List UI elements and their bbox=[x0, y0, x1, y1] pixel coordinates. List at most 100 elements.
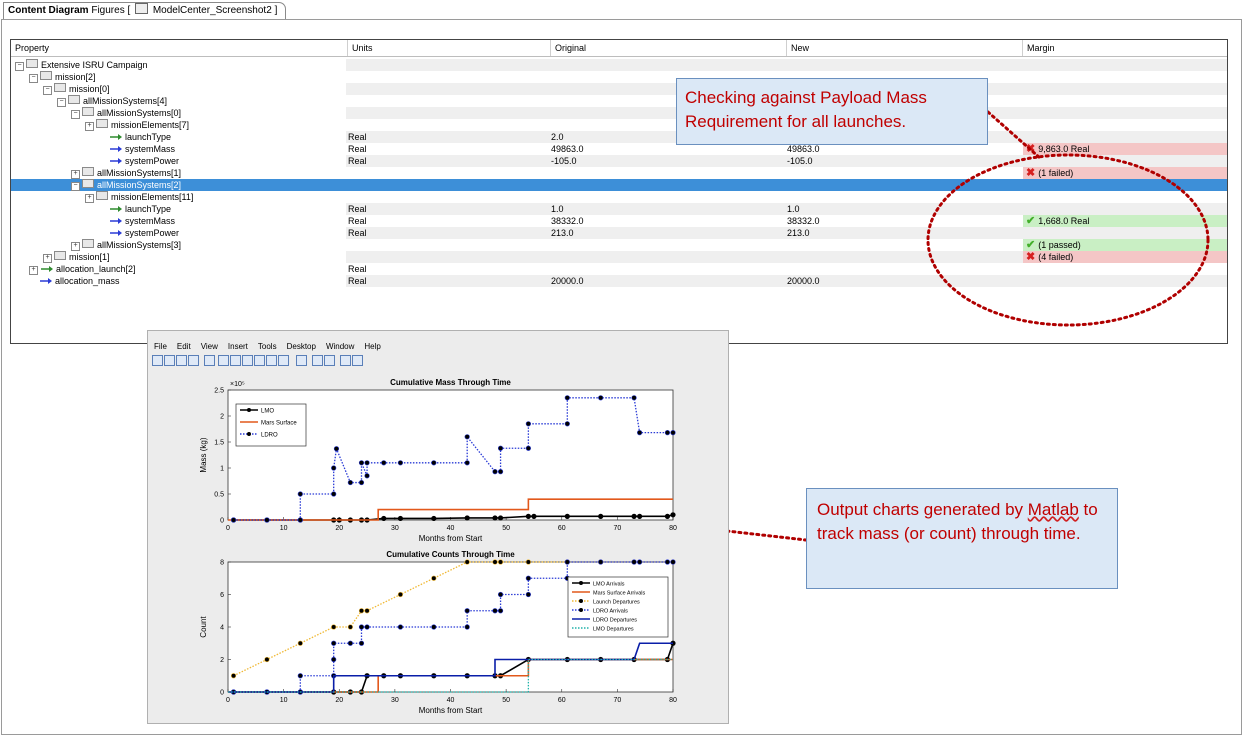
menu-edit[interactable]: Edit bbox=[177, 342, 191, 351]
y-tick-label: 8 bbox=[220, 560, 224, 567]
y-exponent-label: ×10⁵ bbox=[230, 381, 245, 388]
callout-matlab: Output charts generated by Matlab to tra… bbox=[806, 488, 1118, 589]
legend-label: LMO Arrivals bbox=[593, 582, 625, 588]
hide-tools-icon[interactable] bbox=[340, 355, 351, 366]
callout-matlab-text-1: Output charts generated by bbox=[817, 500, 1024, 519]
legend-marker bbox=[247, 408, 251, 412]
x-tick-label: 10 bbox=[280, 697, 288, 704]
data-point bbox=[331, 656, 337, 663]
data-point bbox=[397, 460, 404, 466]
x-tick-label: 60 bbox=[558, 525, 566, 532]
menu-insert[interactable]: Insert bbox=[228, 342, 248, 351]
data-point bbox=[331, 624, 337, 630]
data-point bbox=[297, 640, 303, 646]
y-axis-label: Count bbox=[199, 616, 208, 638]
data-point bbox=[464, 460, 470, 466]
y-tick-label: 6 bbox=[220, 592, 224, 599]
matlab-charts: 0 10 20 30 40 50 60 70 8000.511.522.5Cumulative … bbox=[199, 378, 677, 715]
menu-window[interactable]: Window bbox=[326, 342, 354, 351]
new-figure-icon[interactable] bbox=[152, 355, 163, 366]
data-point bbox=[364, 460, 370, 466]
data-point bbox=[598, 513, 604, 519]
zoom-in-icon[interactable] bbox=[218, 355, 229, 366]
legend-label: Launch Departures bbox=[593, 600, 640, 606]
y-tick-label: 0.5 bbox=[214, 492, 224, 499]
callout-matlab-word: Matlab bbox=[1027, 500, 1079, 519]
data-point bbox=[670, 559, 676, 565]
save-icon[interactable] bbox=[176, 355, 187, 366]
data-point bbox=[564, 395, 570, 401]
data-point bbox=[631, 513, 637, 519]
data-point bbox=[664, 513, 671, 519]
link-icon[interactable] bbox=[296, 355, 307, 366]
data-point bbox=[364, 624, 370, 630]
menu-desktop[interactable]: Desktop bbox=[287, 342, 316, 351]
data-point bbox=[497, 445, 504, 451]
menu-view[interactable]: View bbox=[201, 342, 218, 351]
brush-icon[interactable] bbox=[278, 355, 289, 366]
data-point bbox=[358, 640, 365, 646]
data-point bbox=[431, 575, 437, 581]
menu-file[interactable]: File bbox=[154, 342, 167, 351]
legend-label: LMO Departures bbox=[593, 627, 634, 633]
data-point bbox=[525, 421, 531, 427]
data-point bbox=[497, 591, 504, 598]
data-point bbox=[670, 512, 676, 518]
chart-title: Cumulative Counts Through Time bbox=[386, 550, 515, 559]
legend-label: Mars Surface bbox=[261, 421, 297, 427]
menu-tools[interactable]: Tools bbox=[258, 342, 277, 351]
data-point bbox=[637, 559, 643, 565]
data-point bbox=[531, 513, 537, 519]
data-point bbox=[497, 469, 504, 475]
zoom-out-icon[interactable] bbox=[230, 355, 241, 366]
data-point bbox=[637, 430, 643, 436]
data-point bbox=[564, 421, 570, 427]
x-tick-label: 50 bbox=[502, 525, 510, 532]
data-point bbox=[297, 517, 303, 523]
data-point bbox=[347, 624, 353, 630]
pointer-icon[interactable] bbox=[204, 355, 215, 366]
y-tick-label: 2 bbox=[220, 657, 224, 664]
legend-label: LDRO bbox=[261, 433, 278, 439]
legend-label: Mars Surface Arrivals bbox=[593, 591, 646, 597]
colorbar-icon[interactable] bbox=[312, 355, 323, 366]
data-point bbox=[358, 479, 365, 486]
callout-payload: Checking against Payload Mass Requiremen… bbox=[676, 78, 988, 145]
x-tick-label: 50 bbox=[502, 697, 510, 704]
legend-label: LMO bbox=[261, 409, 274, 415]
data-point bbox=[631, 395, 637, 401]
data-point bbox=[497, 559, 504, 565]
data-point bbox=[525, 445, 531, 451]
x-tick-label: 40 bbox=[447, 525, 455, 532]
y-tick-label: 0 bbox=[220, 690, 224, 697]
show-tools-icon[interactable] bbox=[352, 355, 363, 366]
data-point bbox=[464, 608, 470, 614]
x-tick-label: 20 bbox=[335, 697, 343, 704]
data-point bbox=[431, 515, 437, 522]
data-point bbox=[358, 460, 365, 466]
menu-help[interactable]: Help bbox=[364, 342, 380, 351]
data-cursor-icon[interactable] bbox=[266, 355, 277, 366]
open-icon[interactable] bbox=[164, 355, 175, 366]
data-point bbox=[381, 460, 387, 466]
data-point bbox=[397, 591, 404, 598]
data-point bbox=[497, 608, 504, 614]
y-tick-label: 2.5 bbox=[214, 388, 224, 395]
x-tick-label: 30 bbox=[391, 697, 399, 704]
print-icon[interactable] bbox=[188, 355, 199, 366]
matlab-menu-bar: File Edit View Insert Tools Desktop Window Help bbox=[148, 341, 728, 353]
legend-icon[interactable] bbox=[324, 355, 335, 366]
x-tick-label: 30 bbox=[391, 525, 399, 532]
data-point bbox=[264, 517, 270, 523]
data-point bbox=[664, 559, 671, 565]
rotate-icon[interactable] bbox=[254, 355, 265, 366]
x-tick-label: 0 bbox=[226, 525, 230, 532]
data-point bbox=[347, 640, 353, 646]
pan-icon[interactable] bbox=[242, 355, 253, 366]
x-axis-label: Months from Start bbox=[419, 534, 483, 543]
data-point bbox=[492, 608, 498, 614]
data-point bbox=[525, 513, 531, 519]
data-point bbox=[347, 479, 353, 486]
x-tick-label: 70 bbox=[613, 525, 621, 532]
x-tick-label: 40 bbox=[447, 697, 455, 704]
